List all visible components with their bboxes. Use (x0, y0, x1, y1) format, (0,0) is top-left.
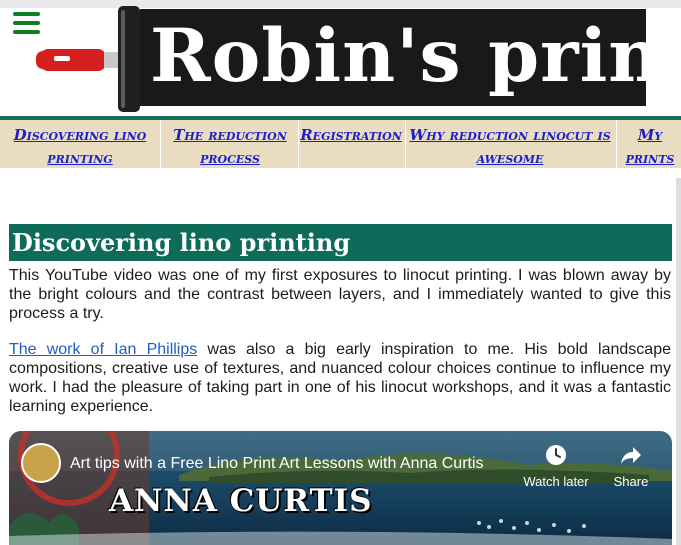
share-label: Share (613, 474, 649, 489)
nav-separator (405, 120, 406, 168)
video-channel-overlay: ANNA CURTIS (109, 483, 373, 519)
channel-avatar[interactable] (21, 443, 61, 483)
brayer-roller-logo (36, 6, 140, 112)
page-title: Discovering lino printing (9, 224, 672, 262)
share-button[interactable]: Share (605, 443, 657, 489)
watch-later-label: Watch later (523, 474, 589, 489)
nav-link-why-reduction[interactable]: Why reduction linocut is awesome (408, 124, 612, 170)
main-navigation: Discovering lino printing The reduction … (0, 120, 681, 168)
inspiration-paragraph: The work of Ian Phillips was also a big … (9, 340, 671, 416)
site-title: Robin's prints (150, 13, 646, 99)
video-title[interactable]: Art tips with a Free Lino Print Art Less… (70, 453, 510, 475)
ian-phillips-link[interactable]: The work of Ian Phillips (9, 341, 197, 358)
nav-link-registration[interactable]: Registration (300, 124, 402, 147)
main-content: Discovering lino printing This YouTube v… (0, 178, 681, 545)
nav-link-my-prints[interactable]: My prints (620, 124, 680, 170)
site-header: Robin's prints (0, 0, 681, 120)
content-top-strip (0, 168, 681, 178)
share-arrow-icon (621, 447, 641, 464)
nav-separator (160, 120, 161, 168)
intro-paragraph: This YouTube video was one of my first e… (9, 267, 671, 322)
nav-link-discovering[interactable]: Discovering lino printing (10, 124, 150, 170)
nav-separator (616, 120, 617, 168)
watch-later-button[interactable]: Watch later (513, 443, 599, 489)
page-scrollbar[interactable] (676, 178, 681, 545)
nav-separator (298, 120, 299, 168)
nav-link-reduction-process[interactable]: The reduction process (164, 124, 296, 170)
youtube-video-embed[interactable]: Art tips with a Free Lino Print Art Less… (9, 431, 672, 545)
clock-icon (546, 445, 566, 465)
site-title-banner[interactable]: Robin's prints (140, 9, 646, 106)
